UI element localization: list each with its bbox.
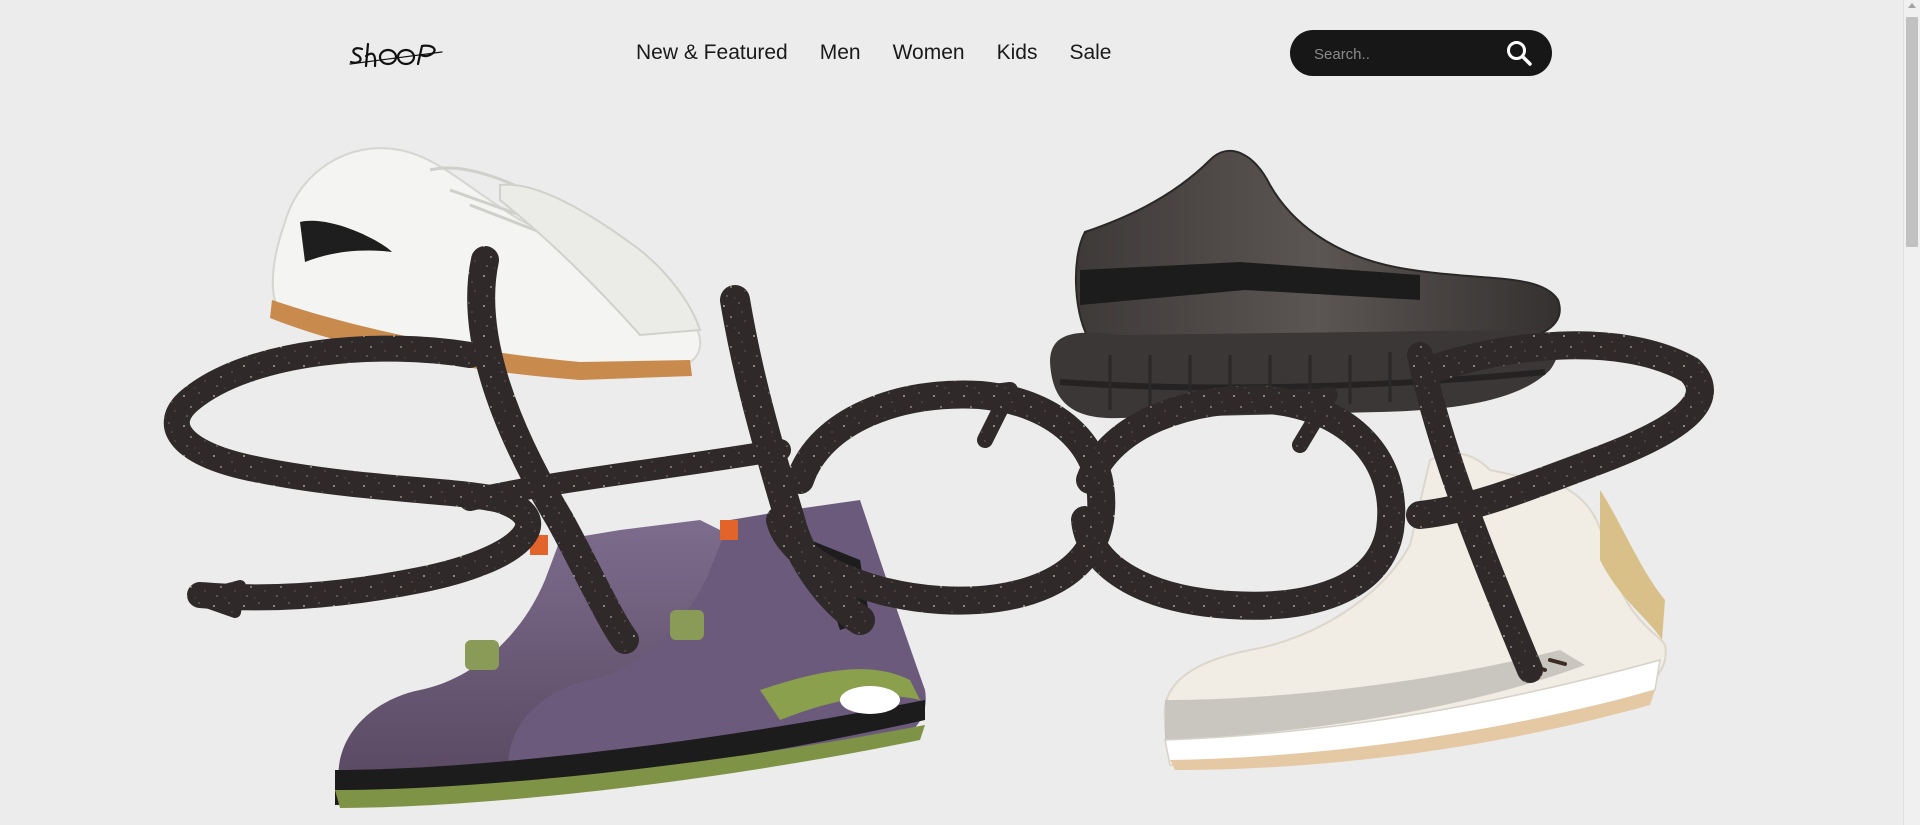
search-bar [1290,30,1552,78]
nav-men[interactable]: Men [820,41,861,65]
search-input[interactable] [1312,30,1496,78]
nav-kids[interactable]: Kids [997,41,1038,65]
scrollbar-thumb[interactable] [1906,17,1918,247]
brand-logo[interactable] [348,40,444,70]
nav-sale[interactable]: Sale [1069,41,1111,65]
scroll-up-arrow-icon[interactable] [1908,3,1916,8]
page-scrollbar[interactable] [1903,0,1920,825]
search-icon[interactable] [1506,40,1532,66]
sneaker-dark-knit-runner[interactable] [1050,149,1561,419]
page: New & Featured Men Women Kids Sale [0,0,1920,825]
nav-new-featured[interactable]: New & Featured [636,41,788,65]
main-nav: New & Featured Men Women Kids Sale [636,41,1111,65]
nav-women[interactable]: Women [893,41,965,65]
sneaker-purple-suede[interactable] [335,500,926,808]
hero-banner [0,120,1903,825]
